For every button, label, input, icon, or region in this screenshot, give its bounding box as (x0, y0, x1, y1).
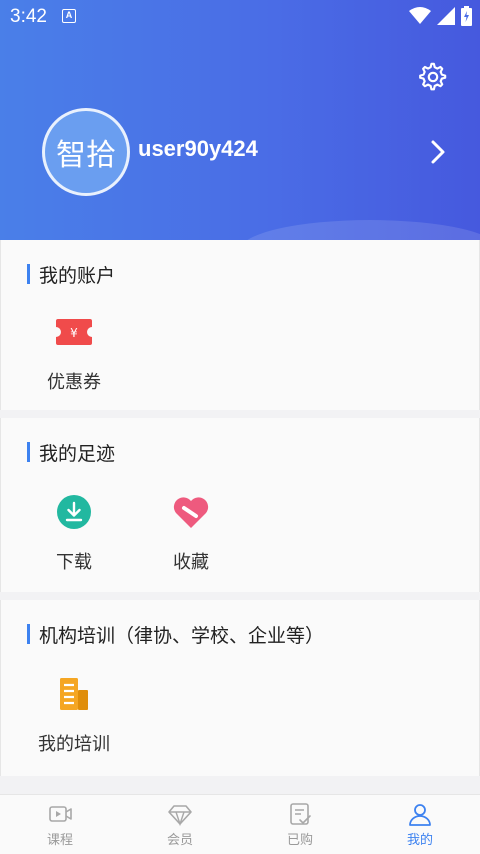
profile-header: 3:42 A 智拾 user90y424 (0, 0, 480, 240)
status-icons (409, 6, 472, 26)
settings-button[interactable] (418, 62, 448, 92)
header-decoration (240, 220, 480, 240)
tab-purchased-label: 已购 (286, 833, 313, 848)
training-building-icon (52, 672, 96, 716)
status-time: 3:42 (10, 6, 47, 27)
username[interactable]: user90y424 (138, 136, 258, 162)
section-accent-bar (27, 442, 30, 462)
favorite-heart-icon (169, 490, 213, 534)
section-title-text: 我的足迹 (39, 442, 116, 465)
favorites-button[interactable]: 收藏 (141, 490, 241, 574)
profile-detail-button[interactable] (424, 136, 452, 168)
status-bar: 3:42 A (0, 0, 480, 32)
favorites-label: 收藏 (173, 552, 209, 573)
course-video-icon (49, 806, 72, 822)
section-title-text: 我的账户 (39, 264, 116, 287)
purchased-list-icon (290, 803, 311, 825)
tab-purchased[interactable]: 已购 (240, 795, 360, 854)
bottom-nav: 课程 会员 已购 我的 (0, 794, 480, 854)
section-my-footprint: 我的足迹 下载 收藏 (0, 418, 480, 592)
avatar[interactable]: 智拾 (42, 108, 130, 196)
tab-member[interactable]: 会员 (120, 795, 240, 854)
download-icon (52, 490, 96, 534)
section-title: 我的足迹 (27, 440, 116, 465)
svg-text:¥: ¥ (70, 326, 78, 340)
section-title: 我的账户 (27, 262, 116, 287)
section-accent-bar (27, 624, 30, 644)
tab-member-label: 会员 (166, 833, 193, 848)
download-button[interactable]: 下载 (24, 490, 124, 574)
tab-course-label: 课程 (46, 833, 73, 848)
section-title-text: 机构培训（律协、学校、企业等） (39, 624, 325, 647)
profile-person-icon (409, 804, 431, 826)
tab-mine[interactable]: 我的 (360, 795, 480, 854)
tab-course[interactable]: 课程 (0, 795, 120, 854)
section-my-account: 我的账户 ¥ 优惠券 (0, 240, 480, 410)
my-training-label: 我的培训 (38, 734, 110, 755)
section-title: 机构培训（律协、学校、企业等） (27, 622, 325, 647)
notification-icon: A (62, 9, 76, 23)
gear-icon (419, 62, 447, 91)
section-org-training: 机构培训（律协、学校、企业等） 我的培训 (0, 600, 480, 776)
my-training-button[interactable]: 我的培训 (24, 672, 124, 756)
chevron-right-icon (431, 140, 445, 164)
member-diamond-icon (168, 805, 192, 827)
tab-mine-label: 我的 (406, 833, 433, 848)
coupon-button[interactable]: ¥ 优惠券 (24, 310, 124, 394)
signal-icon (437, 7, 455, 25)
download-label: 下载 (56, 552, 92, 573)
wifi-icon (409, 7, 431, 24)
coupon-label: 优惠券 (47, 372, 101, 393)
battery-icon (461, 6, 472, 26)
coupon-icon: ¥ (52, 310, 96, 354)
section-accent-bar (27, 264, 30, 284)
